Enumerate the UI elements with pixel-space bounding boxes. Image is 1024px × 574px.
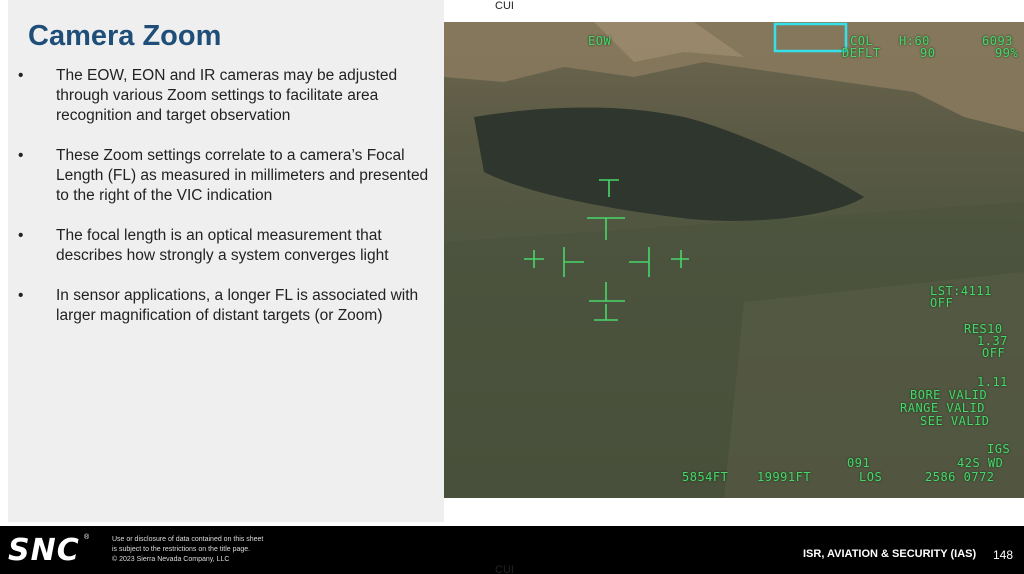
- slide-title: Camera Zoom: [28, 20, 222, 52]
- disclaimer-line: Use or disclosure of data contained on t…: [112, 536, 264, 543]
- disclaimer-line: is subject to the restrictions on the ti…: [112, 546, 251, 553]
- page-number: 148: [993, 548, 1014, 562]
- hud-deflt: DEFLT: [842, 46, 881, 60]
- bullet-marker: •: [18, 287, 24, 304]
- hud-see-status: SEE VALID: [920, 414, 990, 428]
- hud-heading-bottom: 091: [847, 456, 871, 470]
- hud-altitude-2: 19991FT: [757, 470, 812, 484]
- cui-marking-top: CUI: [495, 0, 514, 12]
- hud-igs: IGS: [987, 442, 1011, 456]
- hud-value-mid-right: 1.11: [977, 375, 1008, 389]
- division-name: ISR, AVIATION & SECURITY (IAS): [803, 548, 977, 560]
- disclaimer-text: Use or disclosure of data contained on t…: [112, 535, 263, 565]
- snc-logo: SNC: [8, 533, 80, 568]
- bullet-item: • In sensor applications, a longer FL is …: [18, 286, 438, 326]
- bullet-list: • The EOW, EON and IR cameras may be adju…: [18, 66, 438, 346]
- bullet-text: In sensor applications, a longer FL is a…: [56, 287, 419, 324]
- hud-bore-status: BORE VALID: [910, 388, 988, 402]
- hud-deflt-value: 90: [920, 46, 936, 60]
- bullet-item: • The focal length is an optical measurem…: [18, 226, 438, 266]
- hud-wind: 42S WD: [957, 456, 1004, 470]
- hud-res-state: OFF: [982, 346, 1006, 360]
- bullet-marker: •: [18, 67, 24, 84]
- hud-lst-state: OFF: [930, 296, 954, 310]
- bullet-item: • These Zoom settings correlate to a came…: [18, 146, 438, 206]
- hud-altitude-1: 5854FT: [682, 470, 729, 484]
- bullet-text: The EOW, EON and IR cameras may be adjus…: [56, 67, 398, 124]
- cui-marking-bottom: CUI: [495, 564, 514, 574]
- hud-percent: 99%: [995, 46, 1019, 60]
- bullet-item: • The EOW, EON and IR cameras may be adju…: [18, 66, 438, 126]
- registered-mark: ®: [84, 534, 90, 541]
- bullet-text: The focal length is an optical measureme…: [56, 227, 389, 264]
- bullet-marker: •: [18, 147, 24, 164]
- hud-los: LOS: [859, 470, 883, 484]
- hud-range-status: RANGE VALID: [900, 401, 985, 415]
- hud-camera-mode: EOW: [588, 34, 612, 48]
- bullet-text: These Zoom settings correlate to a camer…: [56, 147, 429, 204]
- sensor-video-frame: EOW COL H:60 6093 DEFLT 90 99% LST:4111 …: [444, 22, 1024, 498]
- bullet-marker: •: [18, 227, 24, 244]
- hud-coordinate: 2586 0772: [925, 470, 995, 484]
- disclaimer-line: © 2023 Sierra Nevada Company, LLC: [112, 556, 230, 563]
